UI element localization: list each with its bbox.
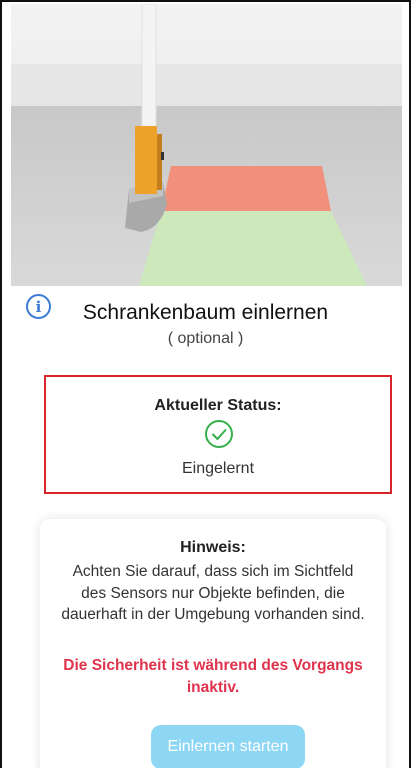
check-circle-icon xyxy=(205,420,233,448)
note-title: Hinweis: xyxy=(180,539,246,556)
page-title: Schrankenbaum einlernen xyxy=(82,301,329,324)
red-zone xyxy=(161,166,331,211)
green-zone xyxy=(139,211,367,286)
phone-frame: i Schrankenbaum einlernen ( optional ) A… xyxy=(0,0,411,768)
barrier-scene-illustration xyxy=(11,4,402,286)
note-card: Hinweis: Achten Sie darauf, dass sich im… xyxy=(40,519,386,768)
status-box: Aktueller Status: Eingelernt xyxy=(44,375,392,494)
status-label: Aktueller Status: xyxy=(154,397,282,414)
barrier-pole xyxy=(141,4,157,130)
page-subtitle: ( optional ) xyxy=(167,330,244,347)
note-text: Achten Sie darauf, dass sich im Sichtfel… xyxy=(61,563,365,623)
note-warning: Die Sicherheit ist während des Vorgangs … xyxy=(63,657,363,696)
barrier-post xyxy=(135,126,157,194)
status-value: Eingelernt xyxy=(181,460,255,477)
start-learning-button[interactable]: Einlernen starten xyxy=(151,725,305,768)
